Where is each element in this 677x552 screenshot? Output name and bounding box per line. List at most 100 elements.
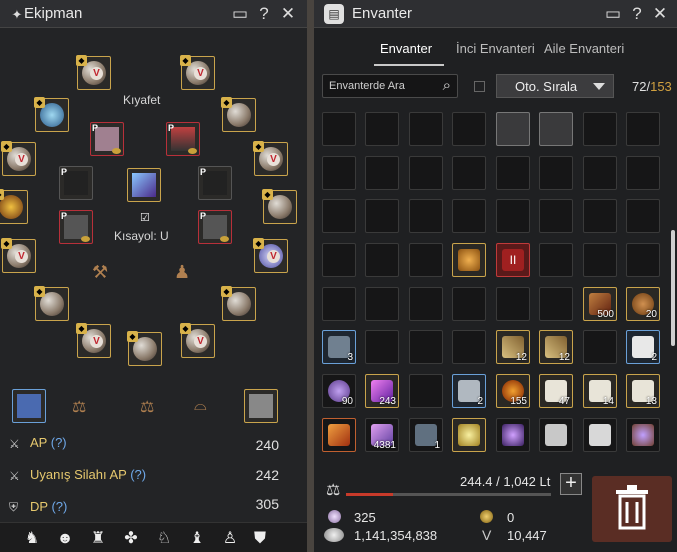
search-input[interactable]: Envanterde Ara ⌕ xyxy=(322,74,458,98)
equip-slot-awakening-weapon[interactable]: ◆ V xyxy=(76,323,111,358)
inventory-item[interactable]: 1 xyxy=(409,418,443,452)
inventory-slot[interactable] xyxy=(539,287,573,321)
inventory-slot[interactable] xyxy=(409,156,443,190)
inventory-item[interactable] xyxy=(322,418,356,452)
inventory-slot[interactable] xyxy=(409,243,443,277)
equip-slot-ring-1[interactable]: ◆ V xyxy=(1,141,36,176)
inventory-slot[interactable] xyxy=(322,287,356,321)
inventory-slot[interactable] xyxy=(365,287,399,321)
equip-slot-ring-2[interactable]: ◆ V xyxy=(1,238,36,273)
inventory-slot[interactable] xyxy=(322,199,356,233)
ap-help[interactable]: (?) xyxy=(51,435,67,450)
costume-checkbox[interactable]: ☑ xyxy=(140,211,150,224)
sort-dropdown[interactable]: Oto. Sırala xyxy=(496,74,614,98)
tab-pearl-inventory[interactable]: İnci Envanteri xyxy=(456,41,535,56)
inventory-slot[interactable] xyxy=(452,112,486,146)
inventory-slot[interactable] xyxy=(365,243,399,277)
help-icon[interactable]: ? xyxy=(255,4,273,24)
mask-icon[interactable]: ☻ xyxy=(55,529,75,549)
inventory-item[interactable]: 12 xyxy=(539,330,573,364)
tab-inventory[interactable]: Envanter xyxy=(380,41,432,56)
costume-slot-helmet[interactable]: P xyxy=(59,166,93,200)
equip-slot-armor[interactable]: ◆ V xyxy=(180,55,215,90)
inventory-slot[interactable] xyxy=(496,287,530,321)
equip-slot-earring-2[interactable]: ◆ xyxy=(262,189,297,224)
pet-slot[interactable] xyxy=(12,389,46,423)
inventory-slot[interactable] xyxy=(365,112,399,146)
inventory-slot[interactable] xyxy=(409,287,443,321)
horse-icon[interactable]: ♞ xyxy=(22,529,42,549)
equip-slot-earring-1[interactable]: ◆ xyxy=(0,189,28,224)
inventory-slot[interactable] xyxy=(539,243,573,277)
inventory-item[interactable]: 2 xyxy=(626,330,660,364)
inventory-scrollbar[interactable] xyxy=(671,230,675,346)
inventory-item[interactable]: II xyxy=(496,243,530,277)
helmet-icon[interactable]: ♜ xyxy=(88,529,108,549)
inventory-slot[interactable] xyxy=(626,156,660,190)
inventory-item[interactable]: 90 xyxy=(322,374,356,408)
inventory-item[interactable] xyxy=(452,243,486,277)
tab-family-inventory[interactable]: Aile Envanteri xyxy=(544,41,624,56)
inventory-item[interactable]: 2 xyxy=(452,374,486,408)
inventory-item[interactable]: 243 xyxy=(365,374,399,408)
dragon-icon[interactable]: ♝ xyxy=(187,529,207,549)
inventory-titlebar[interactable]: ▤ Envanter ▭ ? ✕ xyxy=(314,0,677,28)
inventory-slot[interactable] xyxy=(496,112,530,146)
help-icon[interactable]: ? xyxy=(628,4,646,24)
equipment-titlebar[interactable]: Ekipman ✦ ▭ ? ✕ xyxy=(0,0,307,28)
inventory-item[interactable]: 20 xyxy=(626,287,660,321)
awakening-ap-help[interactable]: (?) xyxy=(130,467,146,482)
costume-slot-armor[interactable]: P xyxy=(198,166,232,200)
inventory-slot[interactable] xyxy=(365,156,399,190)
equip-slot-necklace[interactable]: ◆ xyxy=(34,97,69,132)
inventory-slot[interactable] xyxy=(409,374,443,408)
inventory-item[interactable]: 4381 xyxy=(365,418,399,452)
trash-button[interactable] xyxy=(592,476,672,542)
inventory-slot[interactable] xyxy=(409,112,443,146)
inventory-slot[interactable] xyxy=(626,243,660,277)
inventory-item[interactable] xyxy=(583,418,617,452)
inventory-slot[interactable] xyxy=(539,199,573,233)
expand-weight-button[interactable]: + xyxy=(560,473,582,495)
close-icon[interactable]: ✕ xyxy=(279,4,297,24)
equip-slot-boots[interactable]: ◆ V xyxy=(180,323,215,358)
costume-slot-sub-weapon[interactable]: P xyxy=(59,210,93,244)
costume-slot-outfit[interactable]: P xyxy=(166,122,200,156)
inventory-item[interactable]: 155 xyxy=(496,374,530,408)
costume-slot-awakening[interactable]: P xyxy=(198,210,232,244)
inventory-item[interactable]: 13 xyxy=(626,374,660,408)
knight-icon[interactable]: ♘ xyxy=(154,529,174,549)
close-icon[interactable]: ✕ xyxy=(651,4,669,24)
equip-slot-gloves[interactable]: ◆ V xyxy=(253,141,288,176)
search-icon[interactable]: ⌕ xyxy=(443,77,451,94)
costume-slot-weapon[interactable]: P xyxy=(90,122,124,156)
inventory-slot[interactable] xyxy=(626,112,660,146)
inventory-item[interactable]: 3 xyxy=(322,330,356,364)
equip-slot-helmet[interactable]: ◆ V xyxy=(76,55,111,90)
inventory-slot[interactable] xyxy=(539,112,573,146)
paw-icon[interactable]: ✤ xyxy=(121,529,141,549)
inventory-slot[interactable] xyxy=(322,112,356,146)
inventory-slot[interactable] xyxy=(452,330,486,364)
inventory-slot[interactable] xyxy=(365,199,399,233)
inventory-item[interactable]: 14 xyxy=(583,374,617,408)
inventory-slot[interactable] xyxy=(365,330,399,364)
inventory-slot[interactable] xyxy=(322,156,356,190)
guard-shield-icon[interactable]: ⛊ xyxy=(250,529,270,549)
bookmark-icon[interactable]: ▭ xyxy=(604,4,622,24)
equip-slot-main-weapon[interactable]: ◆ xyxy=(34,286,69,321)
inventory-slot[interactable] xyxy=(583,156,617,190)
inventory-slot[interactable] xyxy=(583,199,617,233)
inventory-slot[interactable] xyxy=(409,330,443,364)
person-icon[interactable]: ♙ xyxy=(220,529,240,549)
inventory-slot[interactable] xyxy=(452,287,486,321)
inventory-item[interactable]: 500 xyxy=(583,287,617,321)
inventory-item[interactable] xyxy=(496,418,530,452)
inventory-slot[interactable] xyxy=(626,199,660,233)
equip-slot-belt[interactable]: ◆ xyxy=(221,97,256,132)
inventory-item[interactable] xyxy=(539,418,573,452)
equip-slot-shoes[interactable]: ◆ V xyxy=(253,238,288,273)
inventory-slot[interactable] xyxy=(539,156,573,190)
inventory-slot[interactable] xyxy=(583,112,617,146)
equip-slot-sub-weapon[interactable]: ◆ xyxy=(221,286,256,321)
